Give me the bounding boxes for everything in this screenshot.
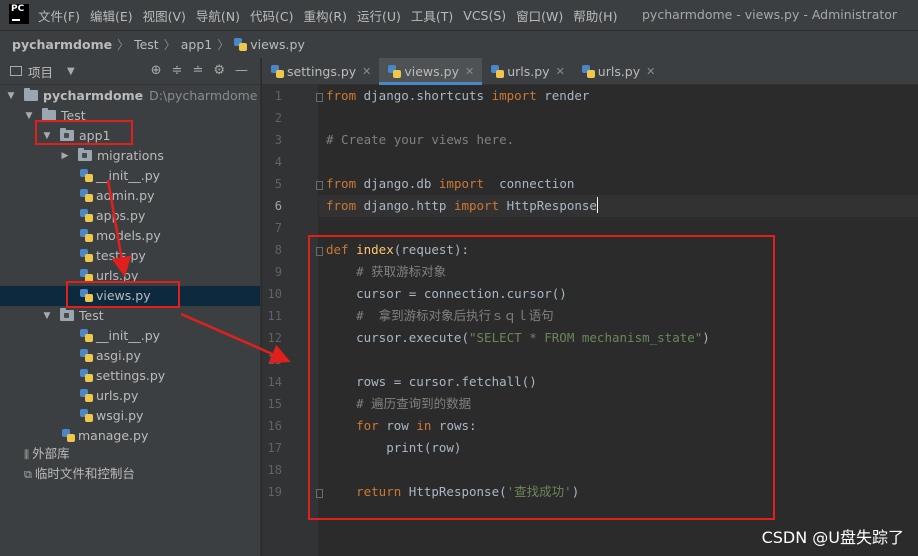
annotation-arrows bbox=[106, 179, 291, 364]
watermark: CSDN @U盘失踪了 bbox=[761, 528, 904, 547]
arrow-to-views bbox=[106, 179, 132, 277]
arrow-to-code bbox=[180, 312, 291, 364]
